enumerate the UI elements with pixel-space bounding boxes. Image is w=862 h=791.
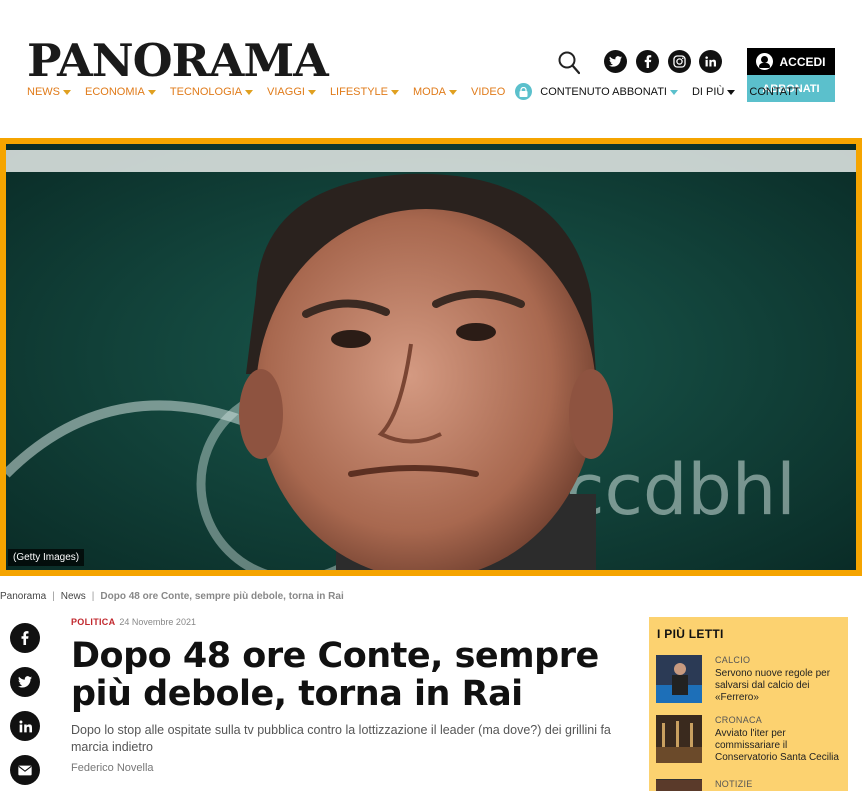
- login-button[interactable]: ACCEDI: [747, 48, 835, 75]
- lock-icon: [515, 83, 533, 100]
- nav-item-label: CONTENUTO ABBONATI: [540, 85, 667, 98]
- article-thumbnail[interactable]: [656, 779, 702, 791]
- nav-item-label: LIFESTYLE: [329, 85, 389, 98]
- nav-item-label: VIAGGI: [267, 85, 305, 98]
- main-nav: NEWS ECONOMIA TECNOLOGIA VIAGGI LIFESTYL…: [27, 83, 814, 100]
- list-item-title[interactable]: Avviato l'iter per commissariare il Cons…: [715, 728, 839, 764]
- nav-item-video[interactable]: VIDEO: [471, 86, 505, 98]
- chevron-down-icon: [391, 90, 400, 95]
- article-category[interactable]: POLITICA: [71, 617, 115, 627]
- nav-item-economia[interactable]: ECONOMIA: [85, 86, 156, 98]
- breadcrumb-separator: |: [91, 591, 95, 602]
- nav-item-label: ECONOMIA: [85, 85, 145, 98]
- twitter-icon: [18, 676, 32, 688]
- nav-item-contatti[interactable]: CONTATT: [749, 86, 799, 98]
- twitter-icon[interactable]: [604, 50, 627, 73]
- site-logo[interactable]: PANORAMA: [27, 34, 329, 87]
- breadcrumb: Panorama | News | Dopo 48 ore Conte, sem…: [0, 591, 344, 602]
- chevron-down-icon: [727, 90, 736, 95]
- nav-item-lifestyle[interactable]: LIFESTYLE: [329, 85, 400, 98]
- user-icon: [756, 53, 774, 70]
- list-item-category: CALCIO: [715, 655, 751, 665]
- chevron-down-icon: [147, 90, 156, 95]
- article-subtitle: Dopo lo stop alle ospitate sulla tv pubb…: [71, 723, 611, 754]
- breadcrumb-section[interactable]: News: [61, 591, 86, 602]
- nav-item-label: MODA: [413, 85, 447, 98]
- instagram-icon[interactable]: [668, 50, 691, 73]
- chevron-down-icon: [63, 90, 71, 95]
- nav-item-di-piu[interactable]: DI PIÙ: [691, 85, 736, 98]
- nav-item-label: NEWS: [27, 85, 60, 98]
- share-email-button[interactable]: [10, 755, 40, 785]
- breadcrumb-current: Dopo 48 ore Conte, sempre più debole, to…: [100, 591, 344, 602]
- breadcrumb-separator: |: [52, 591, 55, 602]
- chevron-down-icon: [669, 90, 678, 95]
- nav-item-label: VIDEO: [471, 85, 506, 98]
- email-icon: [18, 765, 32, 775]
- nav-item-moda[interactable]: MODA: [413, 85, 458, 98]
- list-item-category: CRONACA: [715, 715, 763, 725]
- article-thumbnail[interactable]: [656, 715, 702, 763]
- hero-image: ccdbhl: [0, 138, 862, 576]
- nav-item-viaggi[interactable]: VIAGGI: [267, 86, 316, 98]
- share-twitter-button[interactable]: [10, 667, 40, 697]
- chevron-down-icon: [307, 90, 316, 95]
- nav-item-news[interactable]: NEWS: [27, 86, 71, 98]
- image-caption: (Getty Images): [8, 549, 85, 566]
- list-item-title[interactable]: Servono nuove regole per salvarsi dal ca…: [715, 668, 839, 704]
- chevron-down-icon: [449, 90, 458, 95]
- facebook-icon[interactable]: [636, 50, 659, 73]
- article-author[interactable]: Federico Novella: [71, 762, 154, 774]
- search-icon[interactable]: [558, 51, 580, 75]
- article-date: 24 Novembre 2021: [119, 617, 196, 627]
- list-item-category: NOTIZIE: [715, 779, 753, 789]
- facebook-icon: [21, 631, 29, 645]
- most-read-panel: I PIÙ LETTI CALCIO Servono nuove regole …: [649, 617, 848, 791]
- linkedin-icon[interactable]: [699, 50, 722, 73]
- most-read-heading: I PIÙ LETTI: [657, 627, 724, 641]
- article-thumbnail[interactable]: [656, 655, 702, 703]
- svg-text:ccdbhl: ccdbhl: [566, 449, 796, 531]
- nav-item-label: DI PIÙ: [691, 85, 725, 98]
- share-facebook-button[interactable]: [10, 623, 40, 653]
- article-title: Dopo 48 ore Conte, sempre più debole, to…: [71, 636, 599, 714]
- article-meta: POLITICA 24 Novembre 2021: [71, 617, 196, 627]
- breadcrumb-home[interactable]: Panorama: [0, 591, 46, 602]
- linkedin-icon: [18, 719, 32, 732]
- nav-item-label: CONTATT: [749, 85, 800, 98]
- chevron-down-icon: [245, 90, 254, 95]
- login-label: ACCEDI: [779, 54, 826, 69]
- nav-item-contenuto-abbonati[interactable]: CONTENUTO ABBONATI: [515, 83, 678, 100]
- nav-item-label: TECNOLOGIA: [169, 85, 243, 98]
- nav-item-tecnologia[interactable]: TECNOLOGIA: [169, 85, 254, 98]
- share-linkedin-button[interactable]: [10, 711, 40, 741]
